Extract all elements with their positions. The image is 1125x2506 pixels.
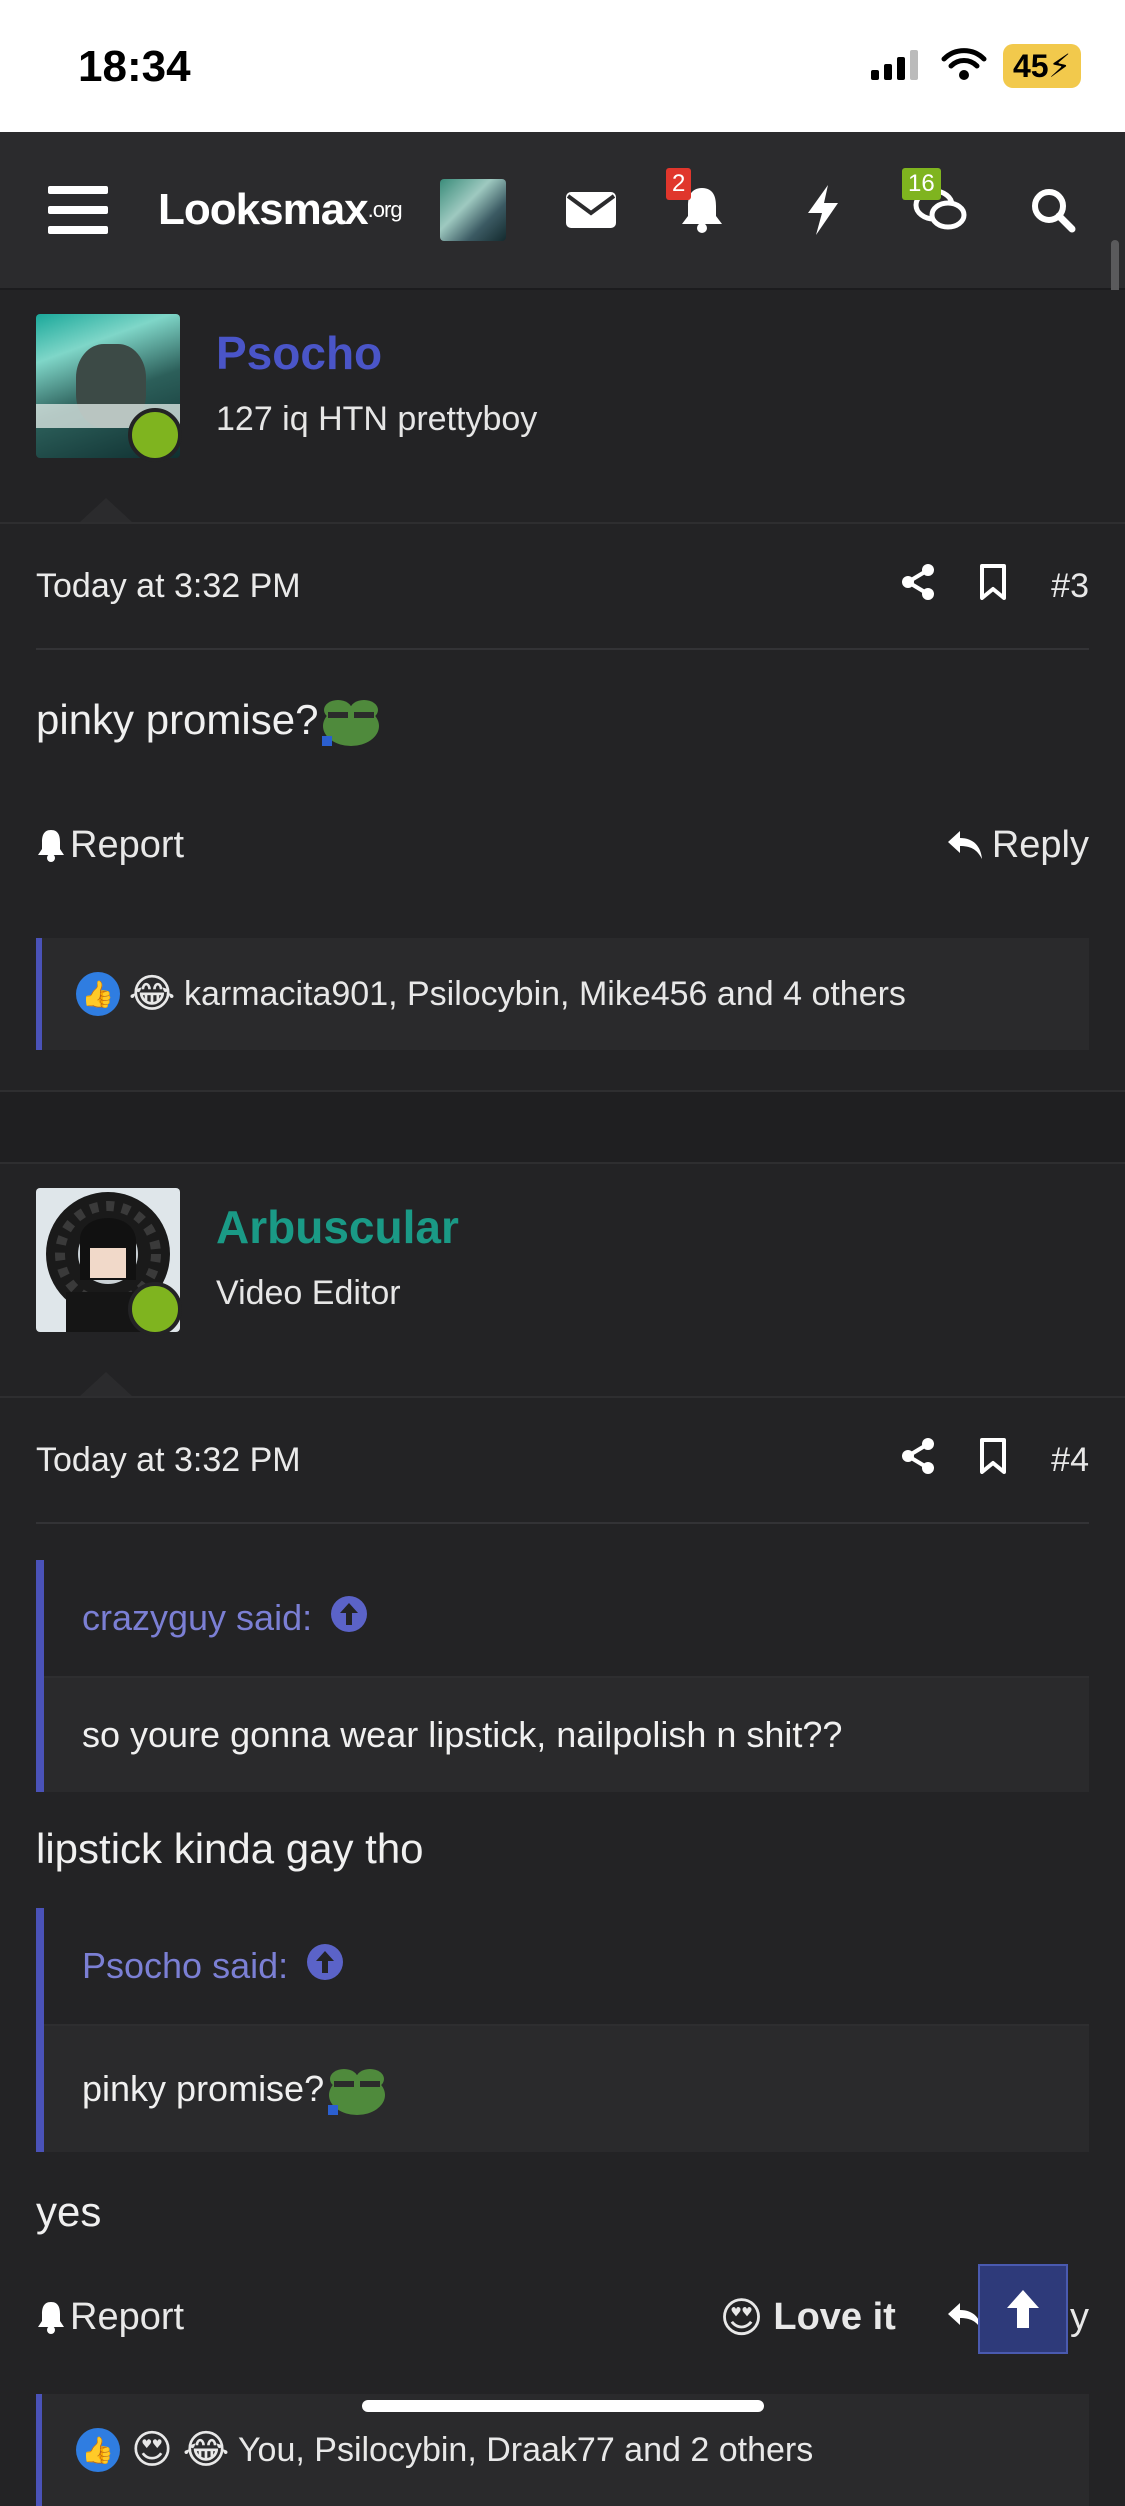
jump-to-quote-icon[interactable] (330, 1595, 368, 1642)
conversations-badge: 16 (902, 168, 941, 200)
username-link[interactable]: Psocho (216, 326, 382, 380)
reactions-text: karmacita901, Psilocybin, Mike456 and 4 … (184, 974, 906, 1013)
post-number-link[interactable]: #4 (1051, 1441, 1089, 1480)
like-reaction-icon: 👍 (76, 972, 120, 1016)
search-icon[interactable] (1030, 132, 1076, 288)
arrow-up-icon (1007, 2290, 1039, 2328)
quote-block: crazyguy said: so youre gonna wear lipst… (36, 1560, 1089, 1792)
alerts-badge: 2 (666, 168, 692, 200)
reply-arrow-icon (947, 831, 982, 859)
love-it-reaction-button[interactable]: 😍 Love it (720, 2293, 896, 2342)
post-date[interactable]: Today at 3:32 PM (36, 567, 301, 606)
scroll-to-top-button[interactable] (978, 2264, 1068, 2354)
quote-text: so youre gonna wear lipstick, nailpolish… (82, 1714, 843, 1755)
username-link[interactable]: Arbuscular (216, 1200, 459, 1254)
post-card: Arbuscular Video Editor Today at 3:32 PM… (0, 1164, 1125, 2506)
inbox-envelope-icon[interactable] (566, 132, 616, 288)
wifi-icon (941, 47, 987, 86)
jump-to-quote-icon[interactable] (306, 1943, 344, 1990)
bookmark-icon[interactable] (979, 1437, 1007, 1483)
love-it-label: Love it (773, 2295, 896, 2338)
user-title: 127 iq HTN prettyboy (216, 400, 538, 438)
bell-icon (38, 2302, 64, 2334)
share-icon[interactable] (901, 563, 935, 609)
status-bar: 18:34 45⚡ (0, 0, 1125, 132)
quote-block: Psocho said: pinky promise? (36, 1908, 1089, 2152)
home-indicator[interactable] (362, 2400, 764, 2412)
cellular-signal-icon (869, 48, 925, 85)
alerts-bell-icon[interactable] (680, 132, 724, 288)
bookmark-icon[interactable] (979, 563, 1007, 609)
heart-eyes-emoji-icon: 😍 (719, 2293, 764, 2341)
post-user-header: Arbuscular Video Editor (0, 1164, 1125, 1398)
quote-text: pinky promise? (82, 2068, 325, 2109)
battery-level: 45 (1012, 48, 1049, 84)
post-meta: Today at 3:32 PM #4 (36, 1398, 1089, 1524)
site-logo[interactable]: Looksmax .org (158, 132, 403, 288)
bell-icon (38, 830, 64, 862)
header-notch (80, 498, 132, 522)
quote-body: pinky promise? (44, 2026, 1089, 2152)
pepe-emoji-icon (326, 2061, 388, 2117)
reply-button[interactable]: Reply (946, 824, 1089, 867)
quote-header: crazyguy said: (44, 1560, 1089, 1678)
post-date[interactable]: Today at 3:32 PM (36, 1441, 301, 1480)
love-reaction-icon: 😍 (131, 2428, 173, 2472)
online-status-indicator (128, 1282, 182, 1336)
pepe-emoji-icon (320, 692, 382, 748)
post-meta: Today at 3:32 PM #3 (36, 524, 1089, 650)
report-label: Report (70, 823, 185, 866)
share-icon[interactable] (901, 1437, 935, 1483)
post-user-header: Psocho 127 iq HTN prettyboy (0, 290, 1125, 524)
post-body: Today at 3:32 PM #4 crazyguy said: so yo… (0, 1398, 1125, 2506)
post-actions: Report 😍 Love it Reply (36, 2252, 1089, 2382)
online-status-indicator (128, 408, 182, 462)
post-divider (0, 1090, 1125, 1164)
quote-header: Psocho said: (44, 1908, 1089, 2026)
reactions-text: You, Psilocybin, Draak77 and 2 others (238, 2430, 814, 2469)
logo-text: Looksmax (158, 185, 369, 234)
account-avatar[interactable] (440, 132, 506, 288)
status-time: 18:34 (78, 42, 191, 91)
post-number-link[interactable]: #3 (1051, 567, 1089, 606)
laugh-reaction-icon: 😂 (182, 2428, 230, 2472)
post-content: lipstick kinda gay tho (36, 1812, 1089, 1886)
post-message: pinky promise? (36, 696, 319, 743)
top-navbar: Looksmax .org 2 16 (0, 132, 1125, 290)
reply-label: Reply (991, 823, 1089, 866)
report-button[interactable]: Report (36, 824, 184, 867)
quote-author[interactable]: crazyguy said: (82, 1597, 312, 1639)
like-reaction-icon: 👍 (76, 2428, 120, 2472)
post-message: yes (36, 2188, 102, 2235)
status-icons: 45⚡ (869, 44, 1081, 88)
post-content: pinky promise? (36, 650, 1089, 790)
post-card: Psocho 127 iq HTN prettyboy Today at 3:3… (0, 290, 1125, 1050)
reactions-summary[interactable]: 👍 😂 karmacita901, Psilocybin, Mike456 an… (36, 938, 1089, 1050)
conversations-icon[interactable] (912, 132, 968, 288)
post-meta-actions: #4 (901, 1437, 1089, 1483)
post-message: lipstick kinda gay tho (36, 1825, 424, 1872)
post-body: Today at 3:32 PM #3 pinky promise? Repor… (0, 524, 1125, 1050)
post-actions: Report Reply (36, 790, 1089, 900)
post-meta-actions: #3 (901, 563, 1089, 609)
whats-new-bolt-icon[interactable] (806, 132, 840, 288)
hamburger-menu-icon[interactable] (44, 132, 112, 288)
report-label: Report (70, 2295, 185, 2338)
quote-author[interactable]: Psocho said: (82, 1945, 288, 1987)
laugh-reaction-icon: 😂 (128, 972, 176, 1016)
post-content: yes (36, 2172, 1089, 2252)
battery-indicator: 45⚡ (1002, 44, 1081, 88)
logo-suffix: .org (367, 197, 403, 222)
user-title: Video Editor (216, 1274, 401, 1312)
header-notch (80, 1372, 132, 1396)
report-button[interactable]: Report (36, 2296, 184, 2339)
